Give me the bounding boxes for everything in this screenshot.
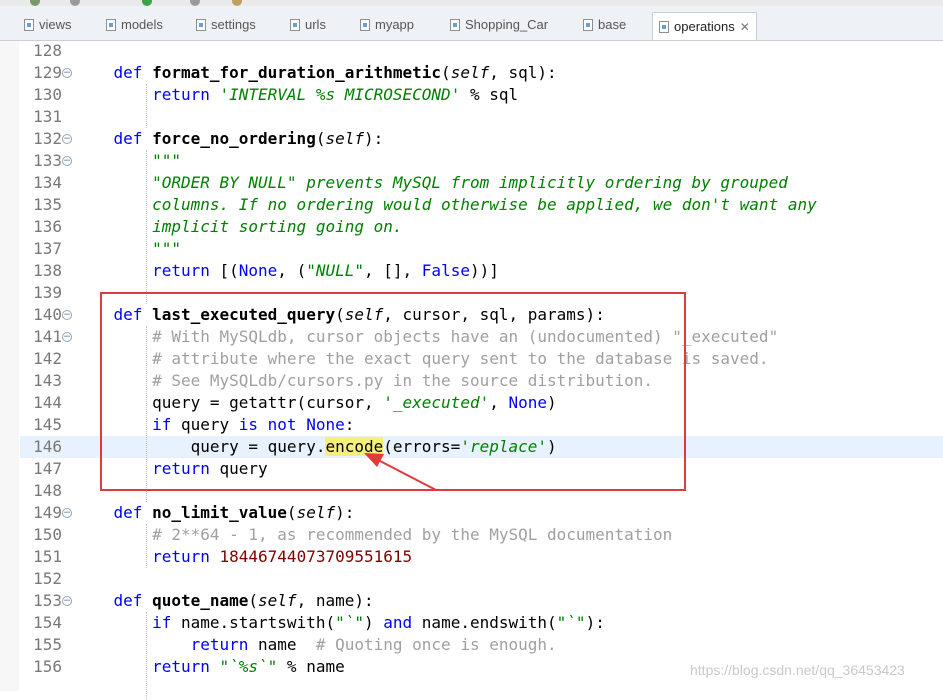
- watermark-text: https://blog.csdn.net/qq_36453423: [690, 662, 905, 678]
- annotation-arrow: [364, 453, 437, 491]
